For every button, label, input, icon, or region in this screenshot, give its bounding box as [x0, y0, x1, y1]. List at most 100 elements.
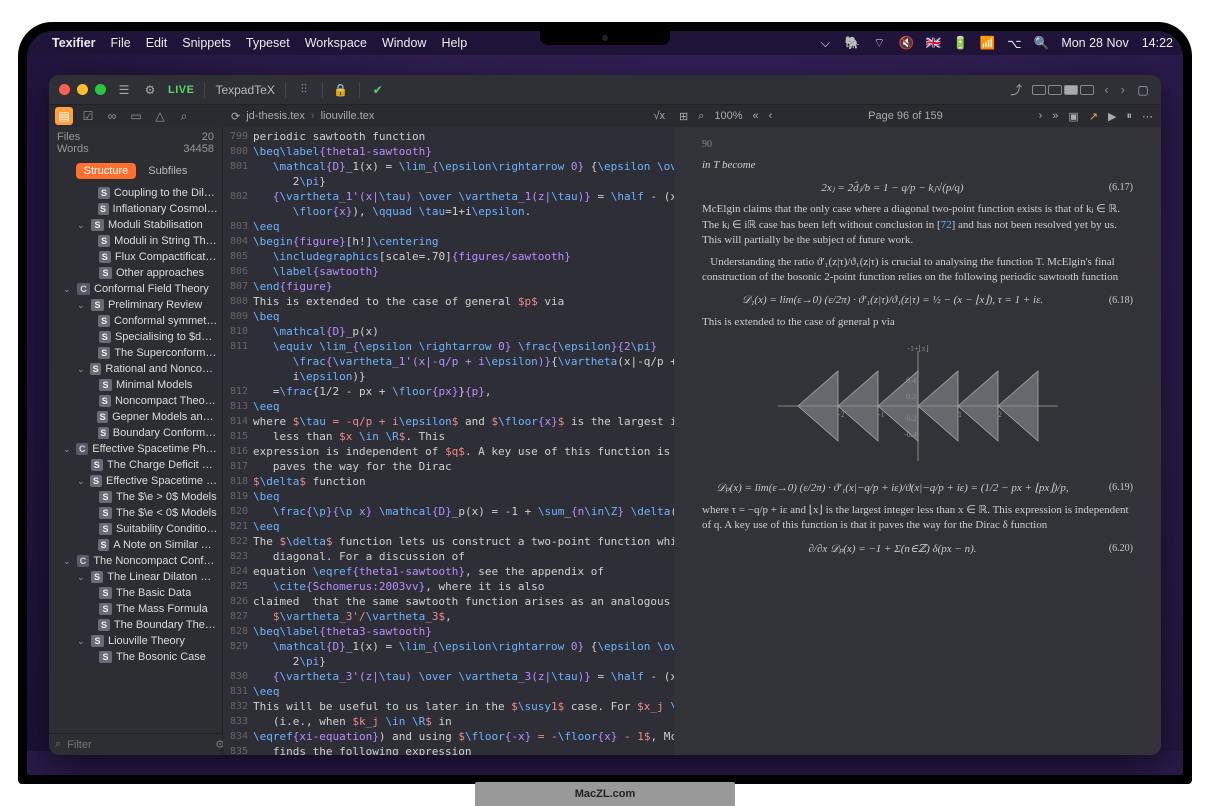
chevron-down-icon[interactable]: ⌄	[63, 556, 73, 567]
layout-option[interactable]	[1080, 85, 1094, 95]
outline-item[interactable]: SSuitability Conditions	[49, 521, 222, 537]
sqrt-icon[interactable]: √x	[653, 110, 665, 122]
menu-file[interactable]: File	[111, 36, 131, 50]
flag-icon[interactable]: 🇬🇧	[926, 36, 940, 50]
pause-icon[interactable]: ⏸	[1127, 110, 1133, 123]
outline-item[interactable]: SThe $\e > 0$ Models	[49, 489, 222, 505]
outline-item[interactable]: SThe Mass Formula	[49, 601, 222, 617]
typeset-engine[interactable]: TexpadTeX	[215, 83, 274, 97]
menu-help[interactable]: Help	[441, 36, 467, 50]
filter-input[interactable]	[67, 739, 209, 751]
reload-icon[interactable]: ⟳	[231, 110, 240, 123]
dropbox-icon[interactable]: ⌵	[818, 36, 832, 50]
outline-item[interactable]: ⌄SModuli Stabilisation	[49, 217, 222, 233]
layout-option[interactable]	[1048, 85, 1062, 95]
menu-workspace[interactable]: Workspace	[305, 36, 367, 50]
menu-window[interactable]: Window	[382, 36, 426, 50]
rewind-icon[interactable]: «	[753, 110, 759, 122]
forward-icon[interactable]: »	[1052, 110, 1058, 122]
breadcrumb-current[interactable]: liouville.tex	[321, 110, 375, 122]
outline-item[interactable]: ⌄SThe Linear Dilaton CFT	[49, 569, 222, 585]
next-page-icon[interactable]: ›	[1039, 110, 1043, 122]
outline-item[interactable]: SBoundary Conformal Fi...	[49, 425, 222, 441]
menubar-date[interactable]: Mon 28 Nov	[1061, 36, 1128, 50]
chevron-down-icon[interactable]: ⌄	[77, 636, 87, 647]
outline-item[interactable]: SModuli in String Theory	[49, 233, 222, 249]
nav-forward-icon[interactable]: ›	[1119, 82, 1127, 97]
nav-back-icon[interactable]: ‹	[1102, 82, 1110, 97]
outline-item[interactable]: SCoupling to the Dilato...	[49, 185, 222, 201]
menu-snippets[interactable]: Snippets	[182, 36, 231, 50]
outline-item[interactable]: ⌄CEffective Spacetime Physi...	[49, 441, 222, 457]
more-icon[interactable]: ⋯	[1142, 110, 1153, 123]
outline-item[interactable]: SA Note on Similar Appr...	[49, 537, 222, 553]
spotlight-icon[interactable]: 🔍	[1034, 36, 1048, 50]
outline-item[interactable]: SConformal symmetry ...	[49, 313, 222, 329]
close-button[interactable]	[59, 84, 70, 95]
app-menu[interactable]: Texifier	[52, 36, 96, 50]
outline-item[interactable]: SMinimal Models	[49, 377, 222, 393]
chevron-down-icon[interactable]: ⌄	[77, 476, 86, 487]
sidebar-toggle-icon[interactable]: ☰	[116, 82, 132, 98]
outline-item[interactable]: ⌄SRational and Noncompa...	[49, 361, 222, 377]
outline-item[interactable]: SOther approaches	[49, 265, 222, 281]
outline-item[interactable]: SThe Superconformal ...	[49, 345, 222, 361]
zoom-level[interactable]: 100%	[714, 110, 742, 122]
chevron-down-icon[interactable]: ⌄	[77, 572, 87, 583]
warning-icon[interactable]: △	[151, 107, 169, 125]
outline-item[interactable]: ⌄CConformal Field Theory	[49, 281, 222, 297]
menubar-time[interactable]: 14:22	[1142, 36, 1173, 50]
outline-item[interactable]: SThe Basic Data	[49, 585, 222, 601]
menu-typeset[interactable]: Typeset	[246, 36, 290, 50]
elephant-icon[interactable]: 🐘	[845, 36, 859, 50]
outline-tree[interactable]: SCoupling to the Dilato...SInflationary …	[49, 183, 222, 733]
link-icon[interactable]: ∞	[103, 107, 121, 125]
minimize-button[interactable]	[77, 84, 88, 95]
thumbnails-icon[interactable]: ⊞	[679, 110, 688, 123]
zoom-icon[interactable]: ⌕	[698, 110, 704, 123]
gear-icon[interactable]: ⚙	[142, 82, 158, 98]
outline-item[interactable]: SThe Charge Deficit $\e$	[49, 457, 222, 473]
chevron-down-icon[interactable]: ⌄	[63, 284, 73, 295]
menu-edit[interactable]: Edit	[146, 36, 168, 50]
citation-ref[interactable]: 72	[941, 219, 952, 231]
fullscreen-button[interactable]	[95, 84, 106, 95]
pdf-preview[interactable]: 90 in T become 2xⱼ = 2d̂ⱼ/b = 1 − q/p − …	[674, 127, 1161, 755]
wifi-icon[interactable]: 📶	[980, 36, 994, 50]
lock-icon[interactable]: 🔒	[333, 82, 349, 98]
search-icon[interactable]: ⌕	[175, 107, 193, 125]
outline-item[interactable]: SSpecialising to $d=2...	[49, 329, 222, 345]
outline-item[interactable]: SThe Boundary Theory...	[49, 617, 222, 633]
checkbox-icon[interactable]: ☑	[79, 107, 97, 125]
outline-item[interactable]: ⌄CThe Noncompact Confor...	[49, 553, 222, 569]
code-editor[interactable]: 7998008018028038048058068078088098108118…	[223, 127, 674, 755]
layout-option[interactable]	[1032, 85, 1046, 95]
outline-mode-icon[interactable]: ▤	[55, 107, 73, 125]
link-mode-icon[interactable]: ↗	[1089, 110, 1098, 123]
files-icon[interactable]: ▭	[127, 107, 145, 125]
check-icon[interactable]: ✔	[370, 82, 386, 98]
chevron-down-icon[interactable]: ⌄	[77, 220, 87, 231]
volume-muted-icon[interactable]: 🔇	[899, 36, 913, 50]
play-icon[interactable]: ▶	[1108, 110, 1116, 123]
share-icon[interactable]: ⤴	[1008, 82, 1024, 98]
outline-item[interactable]: ⌄SEffective Spacetime Ph...	[49, 473, 222, 489]
chevron-down-icon[interactable]: ⌄	[63, 444, 72, 455]
sliders-icon[interactable]: ⫶⫶	[296, 82, 312, 98]
external-window-icon[interactable]: ▢	[1135, 82, 1151, 98]
breadcrumb-root[interactable]: jd-thesis.tex	[246, 110, 305, 122]
tab-structure[interactable]: Structure	[76, 163, 137, 179]
outline-item[interactable]: SFlux Compactificatio...	[49, 249, 222, 265]
battery-icon[interactable]: 🔋	[953, 36, 967, 50]
outline-item[interactable]: SThe $\e < 0$ Models	[49, 505, 222, 521]
chevron-down-icon[interactable]: ⌄	[77, 300, 87, 311]
layout-selector[interactable]	[1032, 85, 1094, 95]
outline-item[interactable]: SGepner Models and Exa...	[49, 409, 222, 425]
code-content[interactable]: periodic sawtooth function\beq\label{the…	[253, 127, 674, 755]
outline-item[interactable]: SNoncompact Theories	[49, 393, 222, 409]
fit-icon[interactable]: ▣	[1068, 110, 1078, 123]
prev-page-icon[interactable]: ‹	[769, 110, 773, 122]
control-center-icon[interactable]: ⌥	[1007, 36, 1021, 50]
outline-item[interactable]: ⌄SLiouville Theory	[49, 633, 222, 649]
outline-item[interactable]: SThe Bosonic Case	[49, 649, 222, 665]
